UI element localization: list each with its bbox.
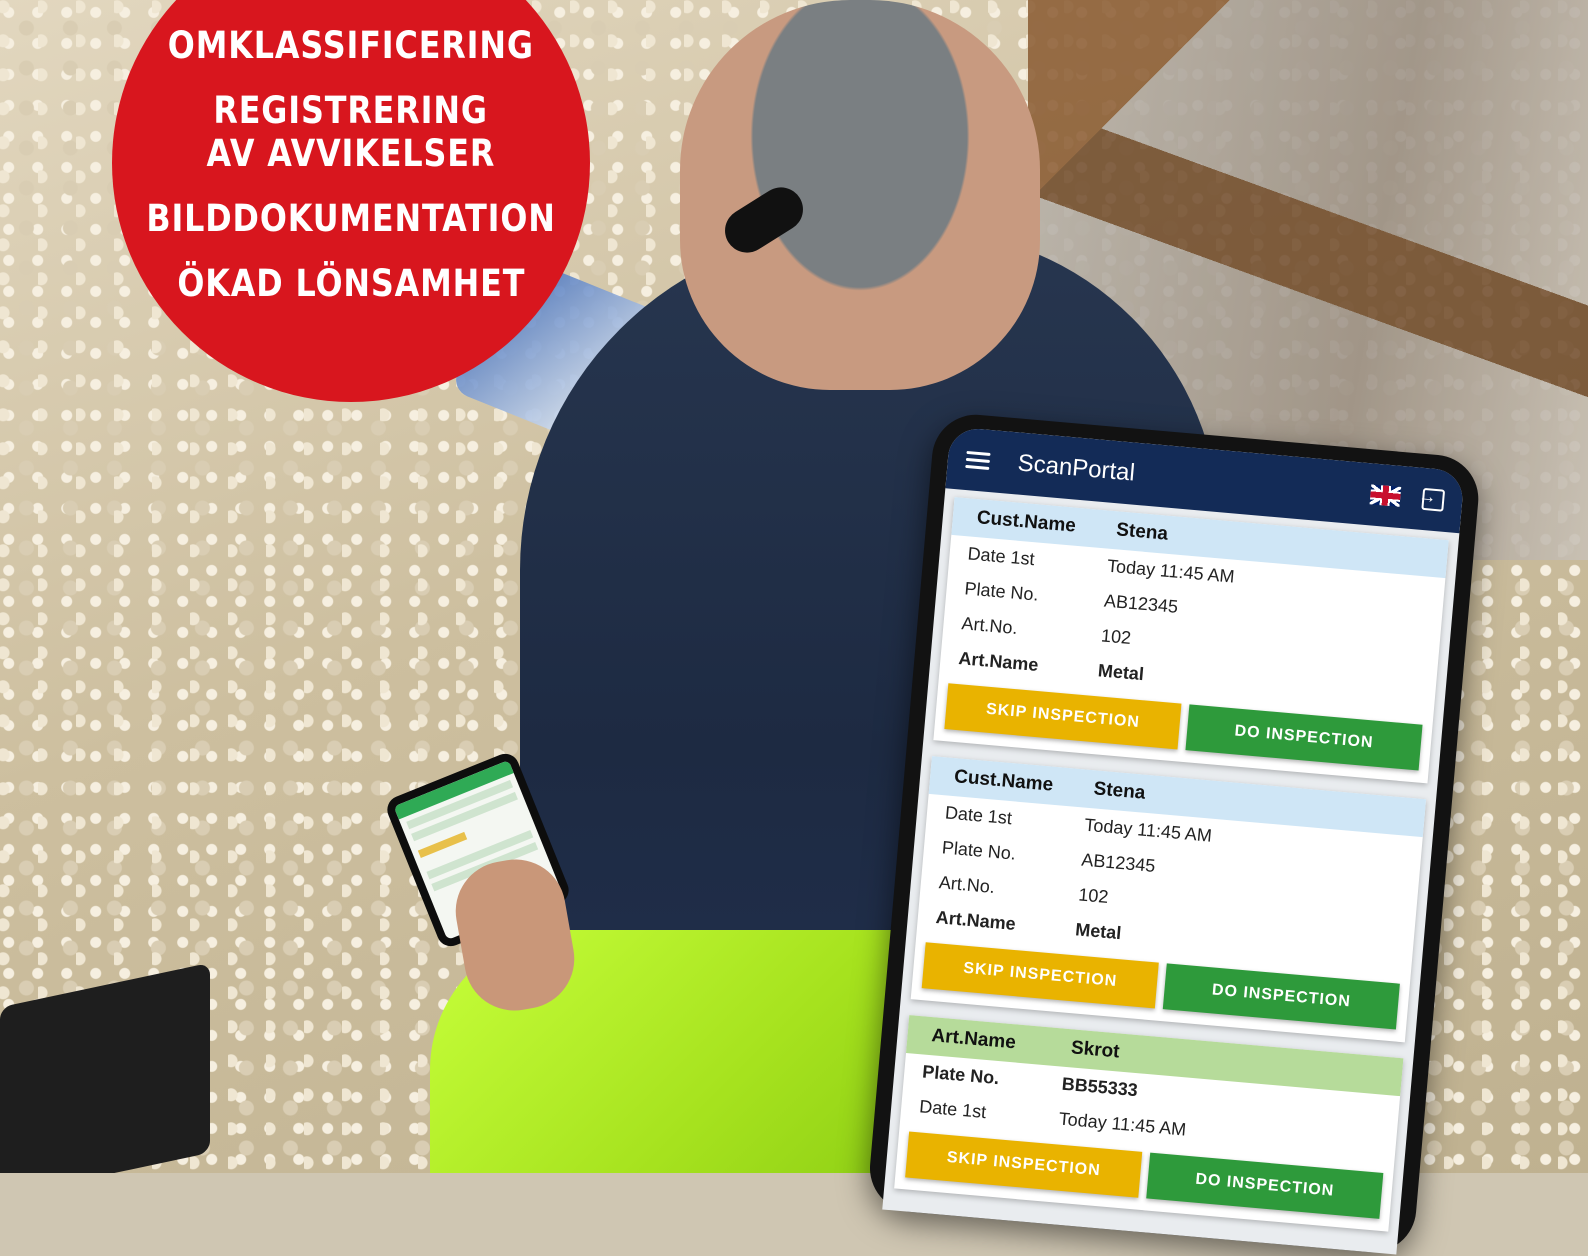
skip-inspection-button[interactable]: SKIP INSPECTION bbox=[944, 683, 1182, 750]
uk-flag-icon[interactable] bbox=[1369, 484, 1402, 507]
row-label: Date 1st bbox=[966, 543, 1036, 570]
skip-inspection-button[interactable]: SKIP INSPECTION bbox=[921, 942, 1159, 1009]
row-label: Plate No. bbox=[941, 837, 1017, 864]
badge-line-1: OMKLASSIFICERING bbox=[167, 24, 535, 67]
app-title: ScanPortal bbox=[1016, 449, 1136, 487]
row-label: Plate No. bbox=[921, 1061, 1001, 1089]
row-label: Plate No. bbox=[963, 578, 1040, 605]
inspection-card: Art.Name Skrot Plate No. BB55333 Date 1s… bbox=[894, 1015, 1404, 1232]
row-label: Date 1st bbox=[944, 802, 1013, 829]
phone-mockup: ScanPortal Cust.Name Stena Date 1st Toda… bbox=[866, 411, 1482, 1256]
phone-screen: ScanPortal Cust.Name Stena Date 1st Toda… bbox=[882, 426, 1465, 1255]
badge-line-5: ÖKAD LÖNSAMHET bbox=[177, 262, 525, 305]
inspection-card: Cust.Name Stena Date 1st Today 11:45 AM … bbox=[910, 756, 1427, 1043]
skip-inspection-button[interactable]: SKIP INSPECTION bbox=[905, 1131, 1143, 1198]
card-header-label: Cust.Name bbox=[976, 507, 1077, 537]
row-label: Art.Name bbox=[935, 907, 1017, 934]
logout-icon[interactable] bbox=[1421, 487, 1446, 512]
badge-line-3: AV AVVIKELSER bbox=[206, 132, 496, 175]
row-label: Art.No. bbox=[938, 872, 996, 898]
do-inspection-button[interactable]: DO INSPECTION bbox=[1162, 963, 1400, 1030]
card-header-label: Art.Name bbox=[930, 1025, 1017, 1054]
badge-line-4: BILDDOKUMENTATION bbox=[146, 197, 556, 240]
do-inspection-button[interactable]: DO INSPECTION bbox=[1146, 1152, 1384, 1219]
do-inspection-button[interactable]: DO INSPECTION bbox=[1185, 704, 1423, 771]
row-label: Art.Name bbox=[957, 648, 1040, 675]
badge-line-2: REGISTRERING bbox=[213, 89, 489, 132]
card-header-label: Cust.Name bbox=[953, 766, 1055, 796]
menu-icon[interactable] bbox=[965, 450, 991, 470]
inspection-card: Cust.Name Stena Date 1st Today 11:45 AM … bbox=[933, 497, 1449, 784]
row-label: Art.No. bbox=[960, 613, 1019, 639]
row-label: Date 1st bbox=[918, 1096, 988, 1123]
worker-head bbox=[680, 0, 1040, 390]
